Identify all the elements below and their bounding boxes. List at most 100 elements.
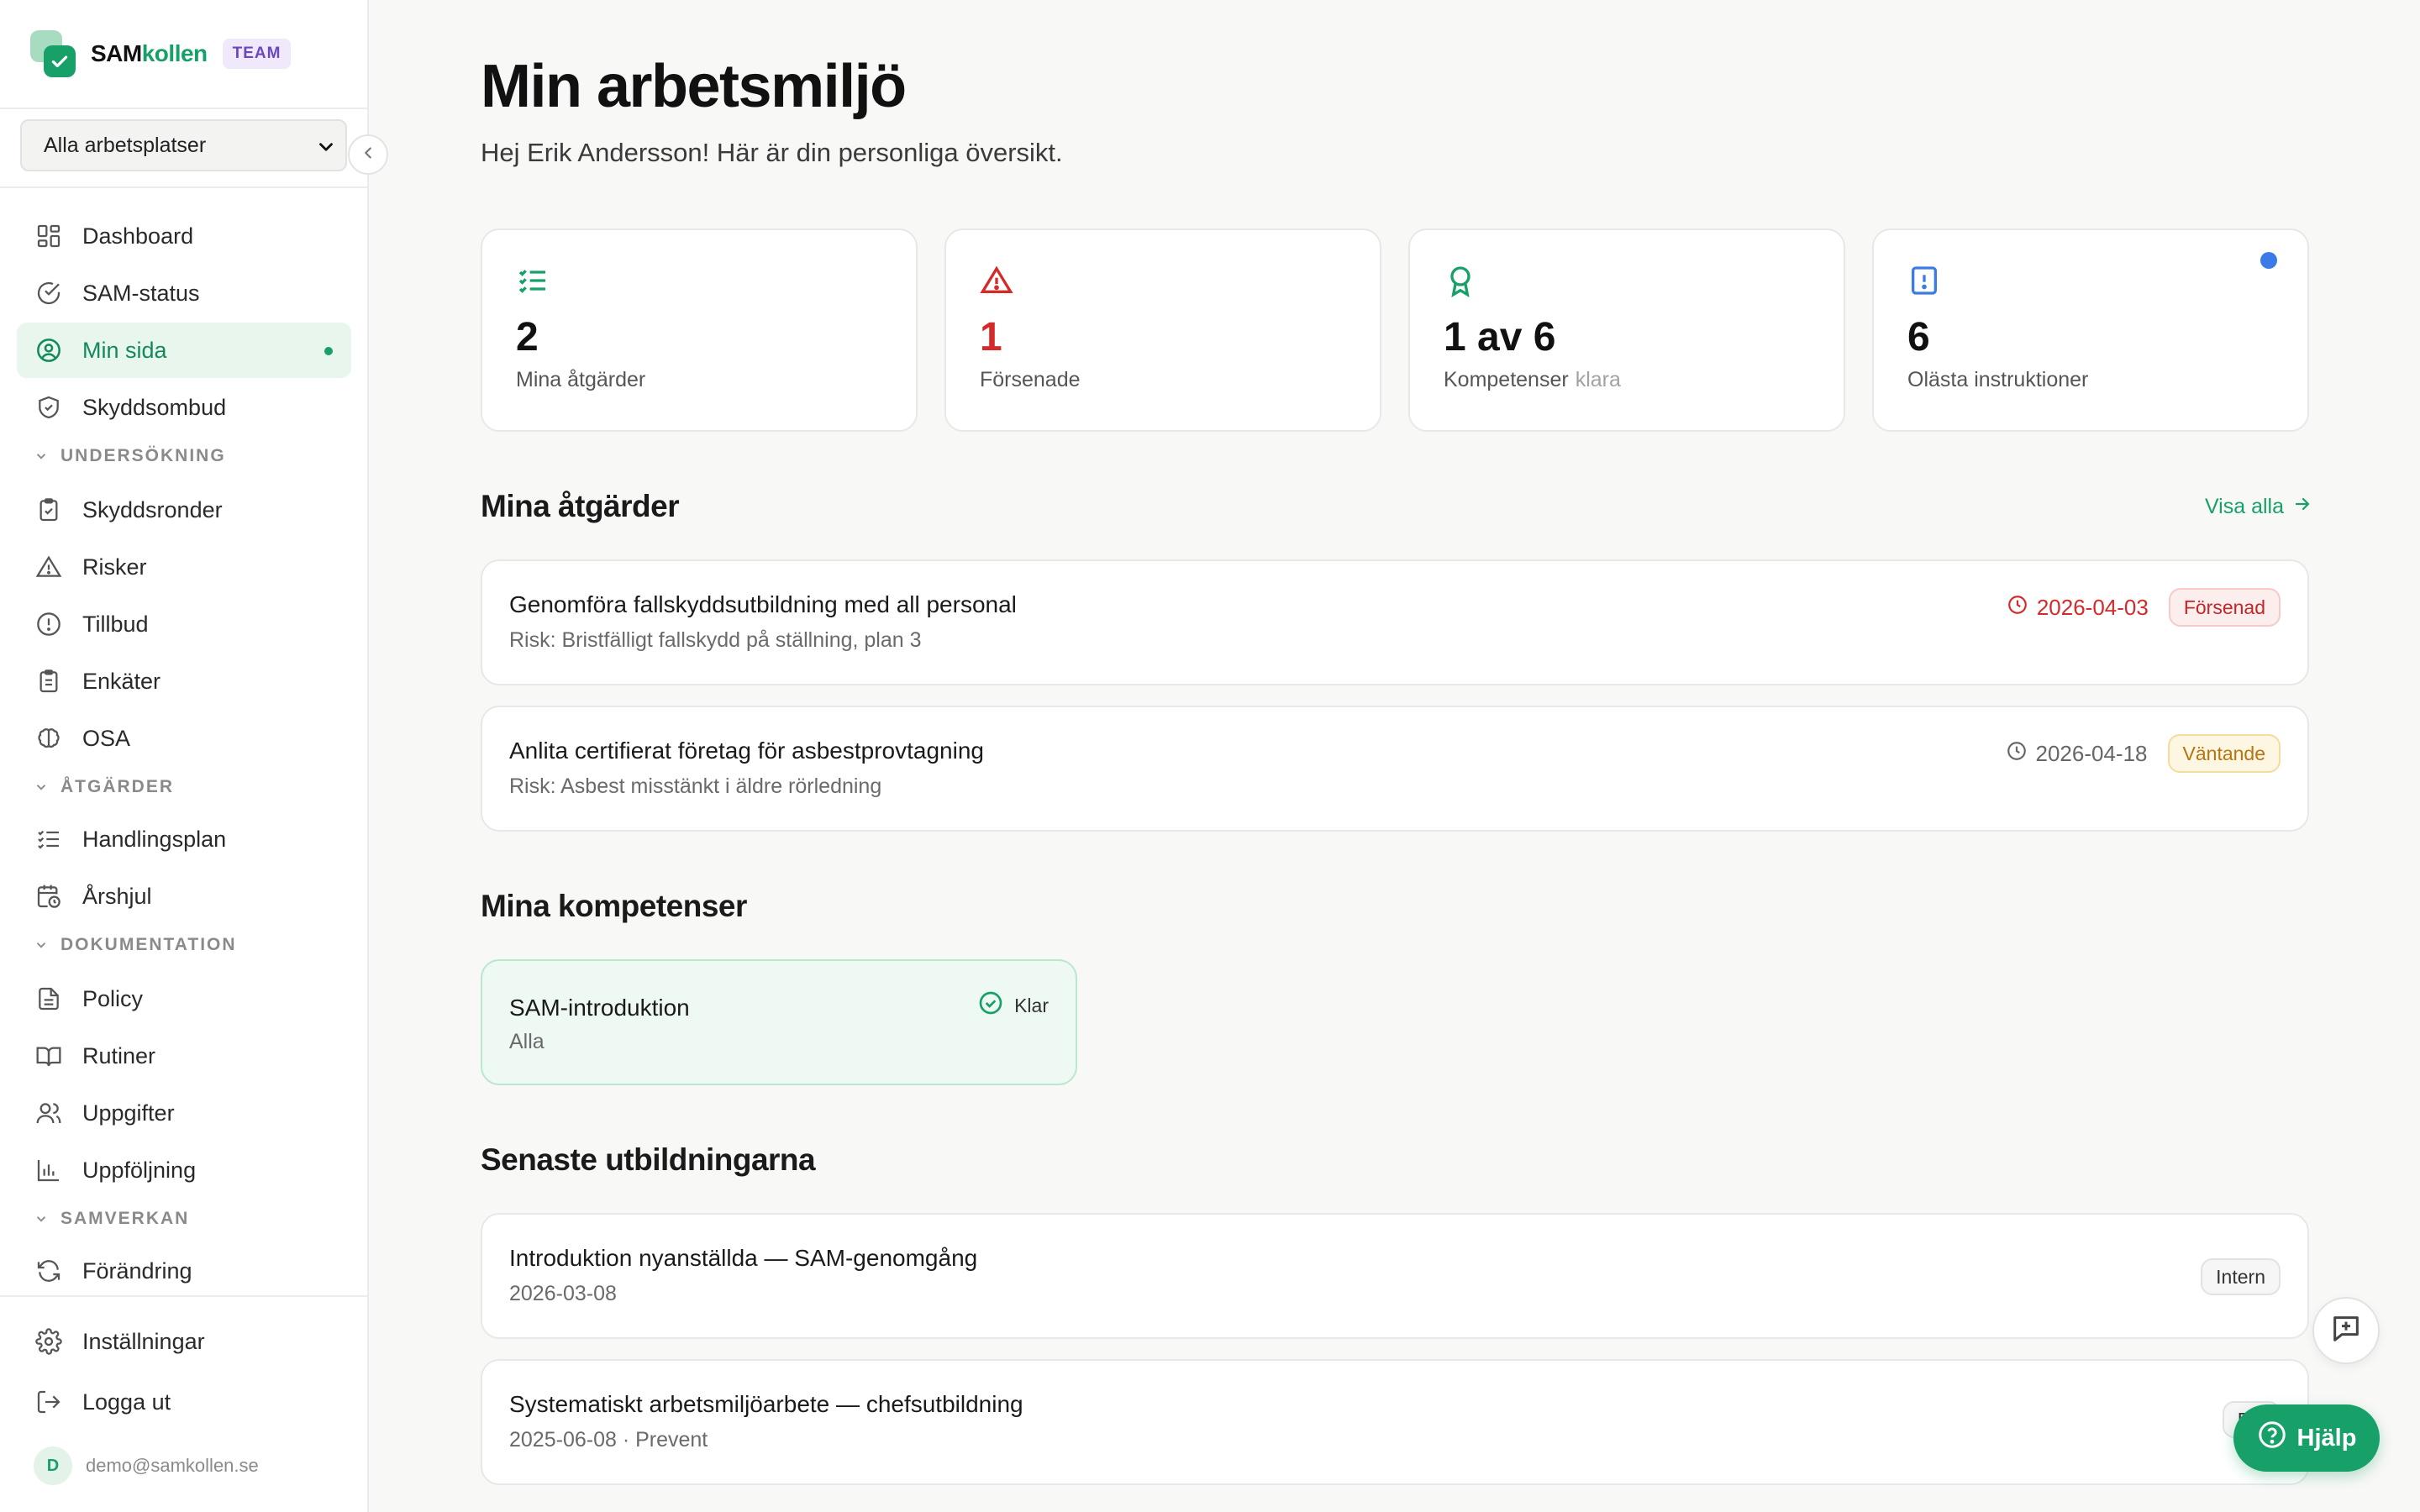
- status-badge: Väntande: [2167, 734, 2281, 773]
- sidebar-item-label: SAM-status: [82, 280, 200, 306]
- training-title: Systematiskt arbetsmiljöarbete — chefsut…: [509, 1391, 1023, 1417]
- section-title-actions: Mina åtgärder: [481, 489, 680, 523]
- sidebar-item-rutiner[interactable]: Rutiner: [17, 1028, 351, 1084]
- competence-sub: Alla: [509, 1030, 544, 1053]
- due-date: 2026-04-18: [2006, 740, 2148, 768]
- main-content: Min arbetsmiljö Hej Erik Andersson! Här …: [370, 0, 2420, 1512]
- stat-card-my-actions[interactable]: 2 Mina åtgärder: [481, 228, 918, 432]
- status-badge: Försenad: [2168, 588, 2281, 627]
- warning-icon: [34, 552, 64, 582]
- chevron-down-icon: [34, 937, 49, 953]
- feedback-button[interactable]: [2312, 1297, 2380, 1364]
- divider: [0, 1295, 367, 1297]
- award-icon: [1444, 264, 1477, 302]
- sidebar-item-arshjul[interactable]: Årshjul: [17, 869, 351, 924]
- help-button[interactable]: Hjälp: [2233, 1404, 2380, 1472]
- stat-label: Försenade: [980, 368, 1081, 391]
- user-email: demo@samkollen.se: [86, 1455, 259, 1476]
- sidebar: SAMkollen TEAM Alla arbetsplatser Dashbo…: [0, 0, 369, 1512]
- user-circle-icon: [34, 335, 64, 365]
- sidebar-item-tillbud[interactable]: Tillbud: [17, 596, 351, 652]
- sidebar-item-label: Logga ut: [82, 1389, 171, 1415]
- sidebar-item-policy[interactable]: Policy: [17, 971, 351, 1026]
- chevron-left-icon: [359, 144, 377, 166]
- collapse-sidebar-button[interactable]: [348, 134, 388, 175]
- clock-icon: [2007, 594, 2037, 622]
- active-indicator: [324, 347, 333, 355]
- sidebar-item-osa[interactable]: OSA: [17, 711, 351, 766]
- checklist-icon: [34, 824, 64, 854]
- stat-label: Kompetenser klara: [1444, 368, 1621, 391]
- training-item[interactable]: Introduktion nyanställda — SAM-genomgång…: [481, 1213, 2309, 1339]
- page-title: Min arbetsmiljö: [481, 53, 907, 120]
- refresh-icon: [34, 1256, 64, 1286]
- clipboard-list-icon: [34, 666, 64, 696]
- chevron-down-icon: [34, 780, 49, 795]
- action-risk: Risk: Asbest misstänkt i äldre rörlednin…: [509, 774, 882, 798]
- sidebar-item-label: Inställningar: [82, 1328, 205, 1354]
- action-risk: Risk: Bristfälligt fallskydd på ställnin…: [509, 628, 922, 652]
- arrow-right-icon: [2284, 494, 2312, 520]
- section-atgarder[interactable]: ÅTGÄRDER: [34, 774, 174, 800]
- sidebar-item-skyddsronder[interactable]: Skyddsronder: [17, 482, 351, 538]
- sidebar-item-label: Skyddsronder: [82, 496, 223, 522]
- brand-name: SAMkollen: [91, 40, 208, 66]
- sidebar-item-handlingsplan[interactable]: Handlingsplan: [17, 811, 351, 867]
- competence-card[interactable]: SAM-introduktion Alla Klar: [481, 959, 1077, 1085]
- stat-value: 1 av 6: [1444, 315, 1556, 360]
- action-item[interactable]: Genomföra fallskyddsutbildning med all p…: [481, 559, 2309, 685]
- sidebar-item-dashboard[interactable]: Dashboard: [17, 208, 351, 264]
- divider: [0, 108, 367, 109]
- sidebar-item-label: Risker: [82, 554, 147, 580]
- competence-status: Klar: [977, 990, 1049, 1021]
- training-sub: 2026-03-08: [509, 1282, 617, 1305]
- stat-card-delayed[interactable]: 1 Försenade: [944, 228, 1381, 432]
- section-dokumentation[interactable]: DOKUMENTATION: [34, 932, 237, 958]
- view-all-link[interactable]: Visa alla: [2205, 494, 2312, 520]
- stat-card-unread-instructions[interactable]: 6 Olästa instruktioner: [1872, 228, 2309, 432]
- action-item[interactable]: Anlita certifierat företag för asbestpro…: [481, 706, 2309, 832]
- training-tag: Intern: [2201, 1258, 2281, 1295]
- document-alert-icon: [1907, 264, 1941, 302]
- brain-icon: [34, 723, 64, 753]
- sidebar-item-installningar[interactable]: Inställningar: [17, 1314, 351, 1369]
- sidebar-item-label: Handlingsplan: [82, 826, 227, 852]
- sidebar-item-label: Policy: [82, 985, 144, 1011]
- logout-icon: [34, 1387, 64, 1417]
- avatar: D: [34, 1446, 72, 1485]
- book-open-icon: [34, 1041, 64, 1071]
- sidebar-item-uppfoljning[interactable]: Uppföljning: [17, 1142, 351, 1198]
- sidebar-item-enkater[interactable]: Enkäter: [17, 654, 351, 709]
- sidebar-item-label: Tillbud: [82, 611, 149, 637]
- sidebar-item-uppgifter[interactable]: Uppgifter: [17, 1085, 351, 1141]
- plan-badge: TEAM: [222, 39, 292, 69]
- checklist-icon: [516, 264, 550, 302]
- bar-chart-icon: [34, 1155, 64, 1185]
- calendar-clock-icon: [34, 881, 64, 911]
- sidebar-item-risker[interactable]: Risker: [17, 539, 351, 595]
- sidebar-item-label: Förändring: [82, 1257, 192, 1284]
- sidebar-item-skyddsombud[interactable]: Skyddsombud: [17, 380, 351, 435]
- sidebar-item-label: Enkäter: [82, 668, 161, 694]
- training-item[interactable]: Systematiskt arbetsmiljöarbete — chefsut…: [481, 1359, 2309, 1485]
- workplace-select[interactable]: Alla arbetsplatser: [20, 119, 347, 171]
- sidebar-item-min-sida[interactable]: Min sida: [17, 323, 351, 378]
- stat-label: Olästa instruktioner: [1907, 368, 2089, 391]
- stat-value: 1: [980, 315, 1002, 360]
- user-profile[interactable]: D demo@samkollen.se: [34, 1446, 259, 1485]
- chevron-down-icon: [34, 449, 49, 464]
- section-samverkan[interactable]: SAMVERKAN: [34, 1206, 189, 1231]
- message-plus-icon: [2329, 1312, 2363, 1350]
- training-title: Introduktion nyanställda — SAM-genomgång: [509, 1245, 978, 1271]
- gear-icon: [34, 1326, 64, 1357]
- stat-card-competences[interactable]: 1 av 6 Kompetenser klara: [1408, 228, 1845, 432]
- unread-indicator: [2260, 252, 2277, 269]
- sidebar-item-logga-ut[interactable]: Logga ut: [17, 1374, 351, 1430]
- page-subtitle: Hej Erik Andersson! Här är din personlig…: [481, 138, 1063, 167]
- logo-icon: [30, 30, 77, 77]
- chevron-down-icon: [34, 1211, 49, 1226]
- sidebar-item-sam-status[interactable]: SAM-status: [17, 265, 351, 321]
- sidebar-item-forandring[interactable]: Förändring: [17, 1243, 351, 1299]
- section-undersokning[interactable]: UNDERSÖKNING: [34, 444, 226, 469]
- brand[interactable]: SAMkollen TEAM: [30, 29, 292, 79]
